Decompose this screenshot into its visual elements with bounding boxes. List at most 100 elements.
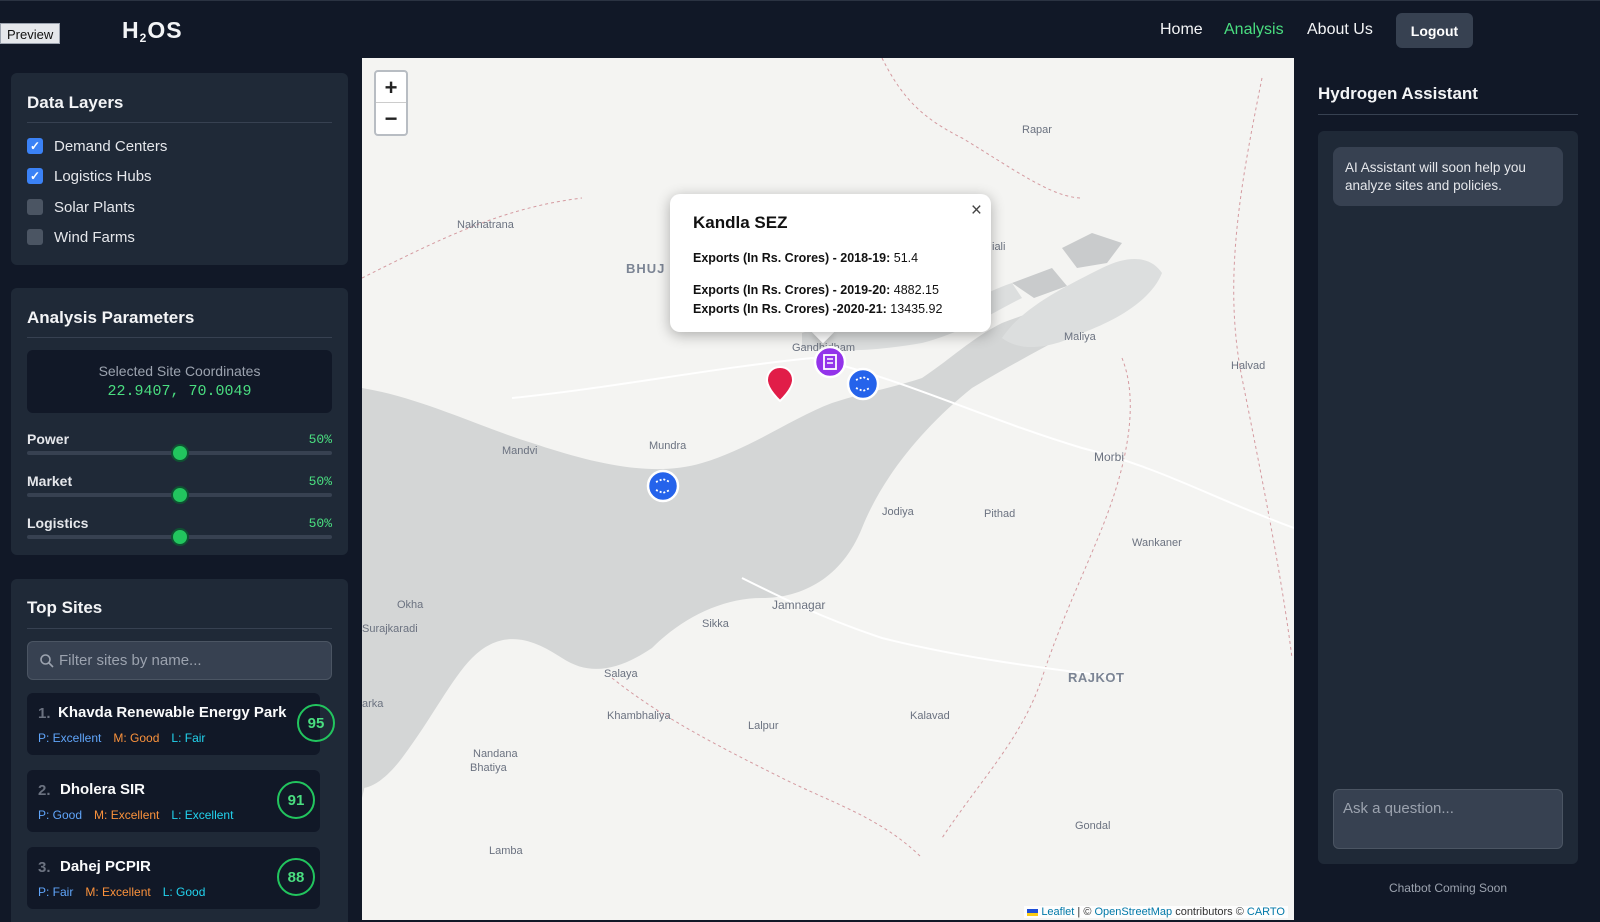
site-rank: 1. xyxy=(38,705,51,722)
layer-label: Solar Plants xyxy=(54,198,135,216)
panel-title: Top Sites xyxy=(27,598,103,617)
divider xyxy=(27,628,332,629)
location-pin-icon[interactable] xyxy=(766,366,794,402)
site-card[interactable]: 3. Dahej PCPIR P: Fair M: Excellent L: Goo… xyxy=(27,847,320,909)
map-label: Gondal xyxy=(1075,820,1111,832)
osm-link[interactable]: OpenStreetMap xyxy=(1094,906,1172,918)
map-label: Rapar xyxy=(1022,124,1052,136)
district-border xyxy=(611,677,923,859)
map-label: Wankaner xyxy=(1132,537,1182,549)
slider-knob[interactable] xyxy=(170,528,189,546)
salt-pans xyxy=(1062,233,1122,268)
map-label: Jamnagar xyxy=(772,598,826,612)
layer-label: Logistics Hubs xyxy=(54,167,152,185)
district-border xyxy=(881,58,1083,199)
market-slider[interactable] xyxy=(27,486,332,504)
logistics-hub-marker-icon[interactable] xyxy=(646,469,680,503)
map-label: Sikka xyxy=(702,618,729,630)
nav-about-us[interactable]: About Us xyxy=(1307,21,1373,39)
map-label: arka xyxy=(362,698,384,710)
logo-tail: OS xyxy=(147,17,183,43)
logistics-rating: L: Good xyxy=(162,885,206,899)
param-label-logistics: Logistics xyxy=(27,515,89,531)
zoom-control: + − xyxy=(374,70,408,136)
param-value-power: 50% xyxy=(308,432,332,447)
site-card[interactable]: 2. Dholera SIR P: Good M: Excellent L: Exc… xyxy=(27,770,320,832)
map-label: Bhatiya xyxy=(470,762,507,774)
close-icon[interactable]: × xyxy=(971,200,982,222)
layer-wind-farms[interactable]: Wind Farms xyxy=(27,227,135,247)
map-label: Okha xyxy=(397,599,424,611)
logout-button[interactable]: Logout xyxy=(1396,13,1473,48)
layer-label: Wind Farms xyxy=(54,228,135,246)
site-name: Dahej PCPIR xyxy=(60,858,151,875)
divider xyxy=(27,122,332,123)
map-label: Kalavad xyxy=(910,710,950,722)
logistics-rating: L: Excellent xyxy=(171,808,234,822)
popup-row: Exports (In Rs. Crores) -2020-21: 13435.… xyxy=(693,302,942,316)
logistics-hub-marker-icon[interactable] xyxy=(846,367,880,401)
search-icon xyxy=(40,654,54,668)
market-rating: M: Good xyxy=(113,731,160,745)
map-label: Nandana xyxy=(473,748,518,760)
analysis-parameters-panel: Analysis Parameters Selected Site Coordi… xyxy=(11,288,348,555)
site-popup: Kandla SEZ × Exports (In Rs. Crores) - 2… xyxy=(670,194,991,332)
popup-row: Exports (In Rs. Crores) - 2019-20: 4882.… xyxy=(693,283,939,297)
popup-row: Exports (In Rs. Crores) - 2018-19: 51.4 xyxy=(693,251,918,265)
map-label: Nakhatrana xyxy=(457,219,514,231)
coordinates-box: Selected Site Coordinates 22.9407, 70.00… xyxy=(27,350,332,413)
slider-knob[interactable] xyxy=(170,486,189,504)
divider xyxy=(27,337,332,338)
logistics-slider[interactable] xyxy=(27,528,332,546)
nav-home[interactable]: Home xyxy=(1160,21,1203,39)
site-card[interactable]: 1. Khavda Renewable Energy Park P: Excel… xyxy=(27,693,335,755)
popup-row-value: 13435.92 xyxy=(890,302,943,316)
layer-logistics-hubs[interactable]: ✓ Logistics Hubs xyxy=(27,166,152,186)
app-logo[interactable]: H2OS xyxy=(122,17,183,45)
power-rating: P: Fair xyxy=(38,885,74,899)
checkbox-checked[interactable]: ✓ xyxy=(27,138,43,154)
carto-link[interactable]: CARTO xyxy=(1247,906,1285,918)
building-marker-icon[interactable] xyxy=(813,345,847,379)
map-label: Mandvi xyxy=(502,445,538,457)
road xyxy=(741,577,1123,679)
layer-solar-plants[interactable]: Solar Plants xyxy=(27,197,135,217)
coordinates-label: Selected Site Coordinates xyxy=(98,363,261,379)
map-label: Lamba xyxy=(489,845,523,857)
power-rating: P: Good xyxy=(38,808,83,822)
checkbox-unchecked[interactable] xyxy=(27,229,43,245)
power-slider[interactable] xyxy=(27,444,332,462)
map-label: BHUJ xyxy=(626,261,666,276)
chat-panel: AI Assistant will soon help you analyze … xyxy=(1318,131,1578,864)
assistant-title: Hydrogen Assistant xyxy=(1318,84,1478,103)
map-label: Khambhaliya xyxy=(607,710,671,722)
flag-icon xyxy=(1027,908,1039,916)
map-label: Halvad xyxy=(1231,360,1266,372)
search-input[interactable] xyxy=(59,642,319,679)
nav-analysis[interactable]: Analysis xyxy=(1224,21,1284,39)
checkbox-unchecked[interactable] xyxy=(27,199,43,215)
layer-demand-centers[interactable]: ✓ Demand Centers xyxy=(27,136,167,156)
question-input[interactable] xyxy=(1333,789,1563,849)
popup-row-key: Exports (In Rs. Crores) - 2018-19: xyxy=(693,251,891,265)
score-badge: 91 xyxy=(277,781,315,819)
preview-tag: Preview xyxy=(0,23,61,44)
district-border xyxy=(941,357,1131,839)
checkbox-checked[interactable]: ✓ xyxy=(27,168,43,184)
score-badge: 88 xyxy=(277,858,315,896)
map-view[interactable]: Rapar Nakhatrana BHUJ Maliya Halvad Gand… xyxy=(362,58,1294,920)
popup-title: Kandla SEZ xyxy=(693,213,788,232)
site-attributes: P: Excellent M: Good L: Fair xyxy=(38,731,217,745)
site-attributes: P: Fair M: Excellent L: Good xyxy=(38,885,217,899)
zoom-out-button[interactable]: − xyxy=(376,103,406,134)
site-rank: 3. xyxy=(38,859,51,876)
map-label: Surajkaradi xyxy=(362,623,418,635)
attribution-text: contributors © xyxy=(1172,906,1247,918)
slider-knob[interactable] xyxy=(170,444,189,462)
site-search[interactable] xyxy=(27,641,332,680)
map-label: Jodiya xyxy=(882,506,914,518)
zoom-in-button[interactable]: + xyxy=(376,72,406,103)
leaflet-link[interactable]: Leaflet xyxy=(1041,906,1074,918)
popup-row-value: 4882.15 xyxy=(893,283,939,297)
map-label: Pithad xyxy=(984,508,1016,520)
